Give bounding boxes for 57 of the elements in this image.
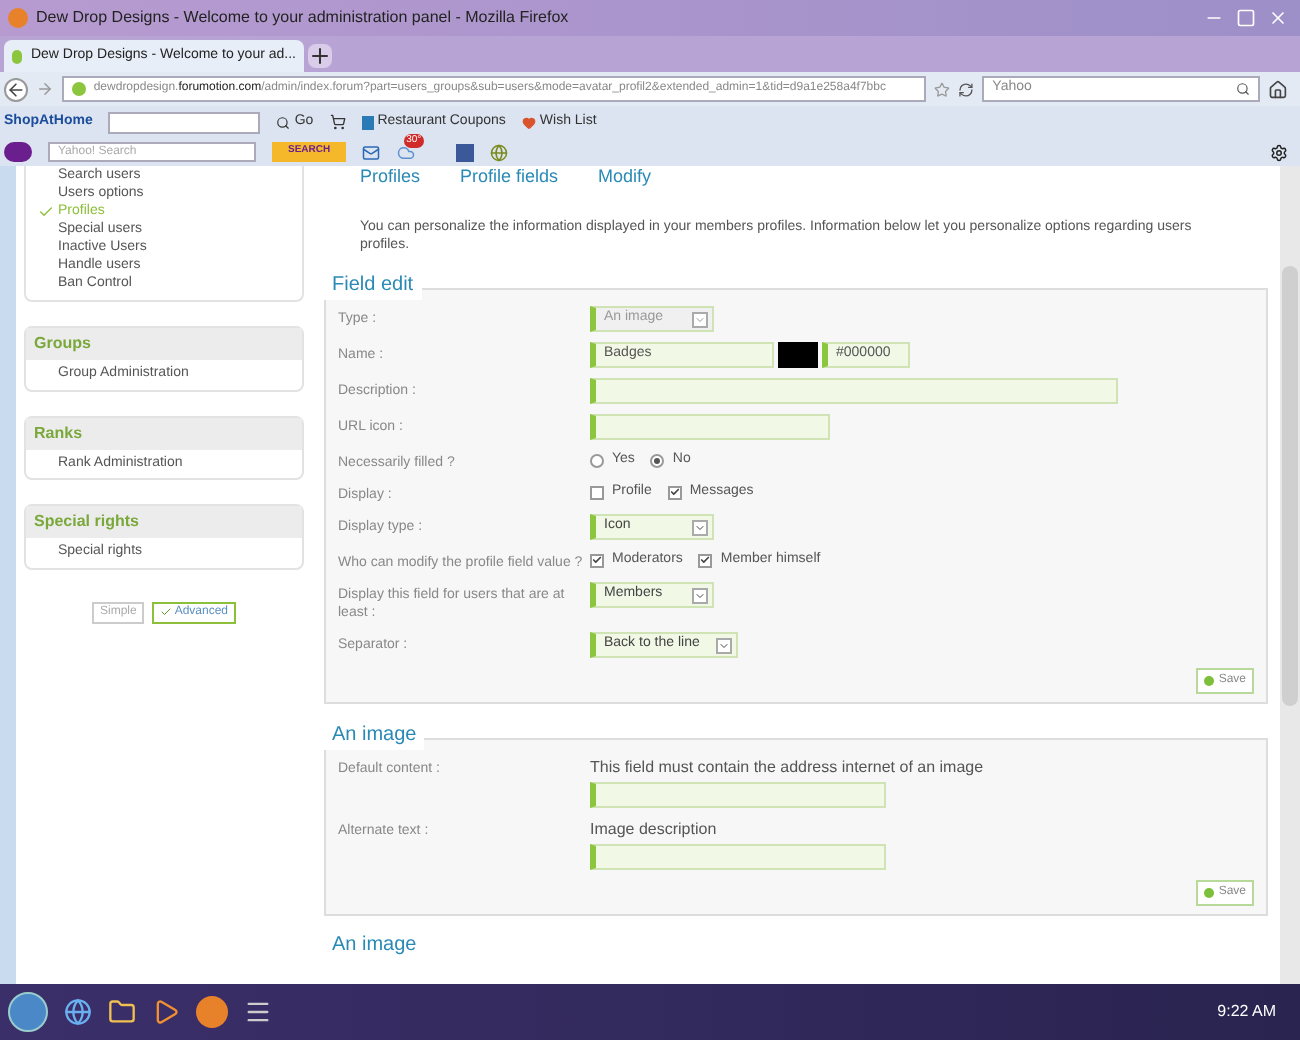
check-icon [160, 606, 173, 618]
input-field[interactable] [590, 378, 1118, 404]
checkbox[interactable] [590, 553, 604, 568]
field-hint: Image description [590, 818, 719, 842]
cart-icon[interactable] [329, 114, 346, 130]
toolbar-input[interactable] [108, 111, 261, 133]
back-icon[interactable] [4, 77, 28, 101]
dropdown-icon [692, 311, 708, 327]
browser-icon [8, 8, 28, 28]
check-icon [38, 203, 54, 219]
input-field[interactable] [590, 782, 886, 808]
checkbox[interactable] [590, 485, 604, 500]
dropdown-icon [692, 519, 708, 535]
section-title: An image [324, 720, 425, 750]
checkbox[interactable] [667, 485, 682, 500]
reload-icon[interactable] [958, 81, 975, 97]
heart-icon [521, 115, 536, 129]
section-title: Field edit [324, 270, 422, 300]
favicon-icon [12, 49, 23, 63]
save-icon [1204, 888, 1215, 898]
home-icon[interactable] [1268, 79, 1289, 99]
taskbar-icon[interactable] [244, 998, 272, 1026]
taskbar-icon[interactable] [196, 996, 228, 1028]
color-swatch[interactable] [778, 342, 818, 368]
sidebar-heading: Groups [26, 328, 302, 360]
radio-button[interactable] [650, 453, 665, 468]
field-hint: This field must contain the address internet of an image [590, 756, 984, 780]
input-field[interactable] [590, 844, 886, 870]
input-field[interactable] [590, 414, 830, 440]
sidebar-heading: Ranks [26, 417, 302, 449]
globe-icon[interactable] [490, 143, 509, 161]
weather-icon[interactable] [396, 143, 417, 161]
clock-text: 9:22 AM [1217, 1000, 1276, 1024]
mail-icon[interactable] [362, 143, 381, 161]
radio-button[interactable] [590, 453, 604, 468]
search-icon [276, 115, 291, 129]
breadcrumb-link[interactable]: Profiles [360, 166, 421, 186]
taskbar-icon[interactable] [108, 998, 136, 1026]
window-title: Dew Drop Designs - Welcome to your administration panel - Mozilla Firefox [36, 6, 569, 30]
checkbox[interactable] [698, 553, 713, 568]
start-button[interactable] [8, 992, 48, 1032]
save-icon [1204, 676, 1215, 686]
taskbar-icon[interactable] [64, 998, 92, 1026]
search-icon [1236, 82, 1251, 96]
maximize-icon[interactable] [1232, 8, 1260, 28]
settings-icon[interactable] [1270, 143, 1288, 161]
bookmark-star-icon[interactable] [934, 81, 951, 97]
breadcrumb-link[interactable]: Profile fields [460, 166, 559, 186]
taskbar-icon[interactable] [152, 998, 180, 1026]
section-title: An image [332, 936, 419, 956]
dropdown-icon [715, 637, 732, 653]
dropdown-icon [692, 587, 708, 603]
scrollbar[interactable] [1280, 166, 1300, 984]
favicon-icon [71, 82, 86, 96]
new-tab-icon[interactable] [308, 44, 332, 68]
breadcrumb-link[interactable]: Modify [598, 166, 652, 186]
sidebar-heading: Special rights [26, 506, 302, 538]
